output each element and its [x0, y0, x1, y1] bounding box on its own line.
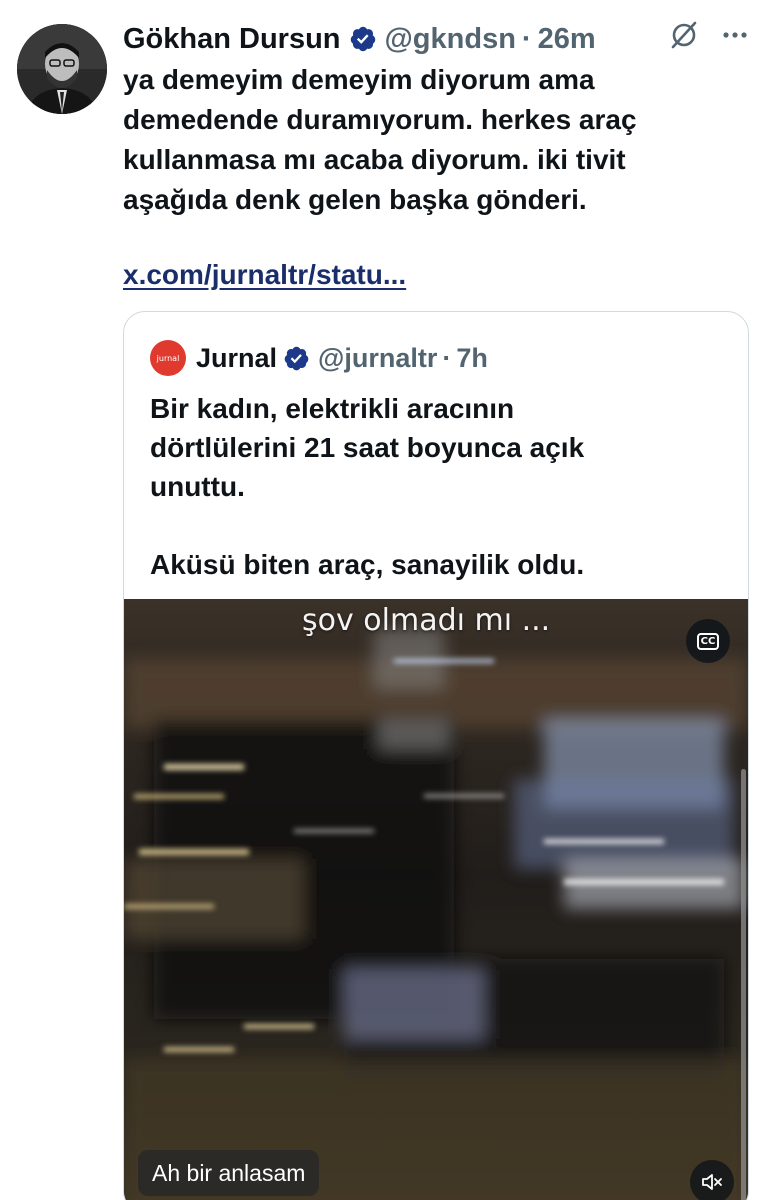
quoted-text-line: Aküsü biten araç, sanayilik oldu.	[150, 549, 585, 580]
video-overlay-text: şov olmadı mı ...	[302, 603, 551, 638]
header-actions	[669, 20, 749, 50]
tweet-link[interactable]: x.com/jurnaltr/statu...	[123, 255, 406, 295]
grok-icon[interactable]	[669, 20, 699, 50]
speaker-muted-icon	[702, 1174, 722, 1190]
tweet-time[interactable]: 26m	[538, 23, 596, 56]
quoted-tweet-text: Bir kadın, elektrikli aracının dörtlüler…	[150, 389, 730, 584]
video-player[interactable]: şov olmadı mı ... CC Ah bir anlasam	[124, 599, 748, 1200]
tweet-text-line: ya demeyim demeyim diyorum ama	[123, 64, 595, 95]
author-name[interactable]: Gökhan Dursun	[123, 23, 341, 56]
quoted-avatar-logo-text: jurnal	[156, 353, 180, 363]
separator-dot: ·	[521, 22, 532, 55]
video-caption: Ah bir anlasam	[138, 1150, 320, 1196]
more-icon[interactable]	[721, 21, 749, 49]
quoted-tweet[interactable]: jurnal Jurnal @jurnaltr · 7h Bir kadın, …	[123, 311, 749, 1200]
tweet-header: Gökhan Dursun @gkndsn · 26m	[123, 18, 596, 60]
author-photo	[17, 24, 107, 114]
video-frame	[124, 599, 748, 1200]
scrollbar[interactable]	[741, 769, 746, 1200]
separator-dot: ·	[442, 342, 452, 373]
quoted-author-avatar[interactable]: jurnal	[150, 340, 186, 376]
tweet-text: ya demeyim demeyim diyorum ama demedende…	[123, 60, 743, 220]
tweet-text-line: aşağıda denk gelen başka gönderi.	[123, 184, 587, 215]
closed-captions-icon: CC	[696, 632, 720, 650]
tweet-text-line: demedende duramıyorum. herkes araç	[123, 104, 637, 135]
quoted-tweet-header: jurnal Jurnal @jurnaltr · 7h	[150, 340, 488, 376]
quoted-author-name[interactable]: Jurnal	[196, 343, 277, 374]
author-handle[interactable]: @gkndsn	[385, 23, 516, 56]
quoted-text-line: unuttu.	[150, 471, 245, 502]
quoted-text-line: Bir kadın, elektrikli aracının	[150, 393, 515, 424]
captions-button[interactable]: CC	[686, 619, 730, 663]
tweet-text-line: kullanmasa mı acaba diyorum. iki tivit	[123, 144, 626, 175]
quoted-text-spacer	[150, 506, 730, 545]
quoted-tweet-time[interactable]: 7h	[456, 343, 488, 374]
quoted-author-handle[interactable]: @jurnaltr	[318, 343, 437, 374]
author-avatar[interactable]	[17, 24, 107, 114]
mute-button[interactable]	[690, 1160, 734, 1200]
verified-badge-icon	[284, 346, 309, 370]
verified-badge-icon	[350, 26, 375, 52]
quoted-text-line: dörtlülerini 21 saat boyunca açık	[150, 432, 585, 463]
tweet[interactable]: Gökhan Dursun @gkndsn · 26m ya demeyim d…	[0, 0, 763, 1200]
